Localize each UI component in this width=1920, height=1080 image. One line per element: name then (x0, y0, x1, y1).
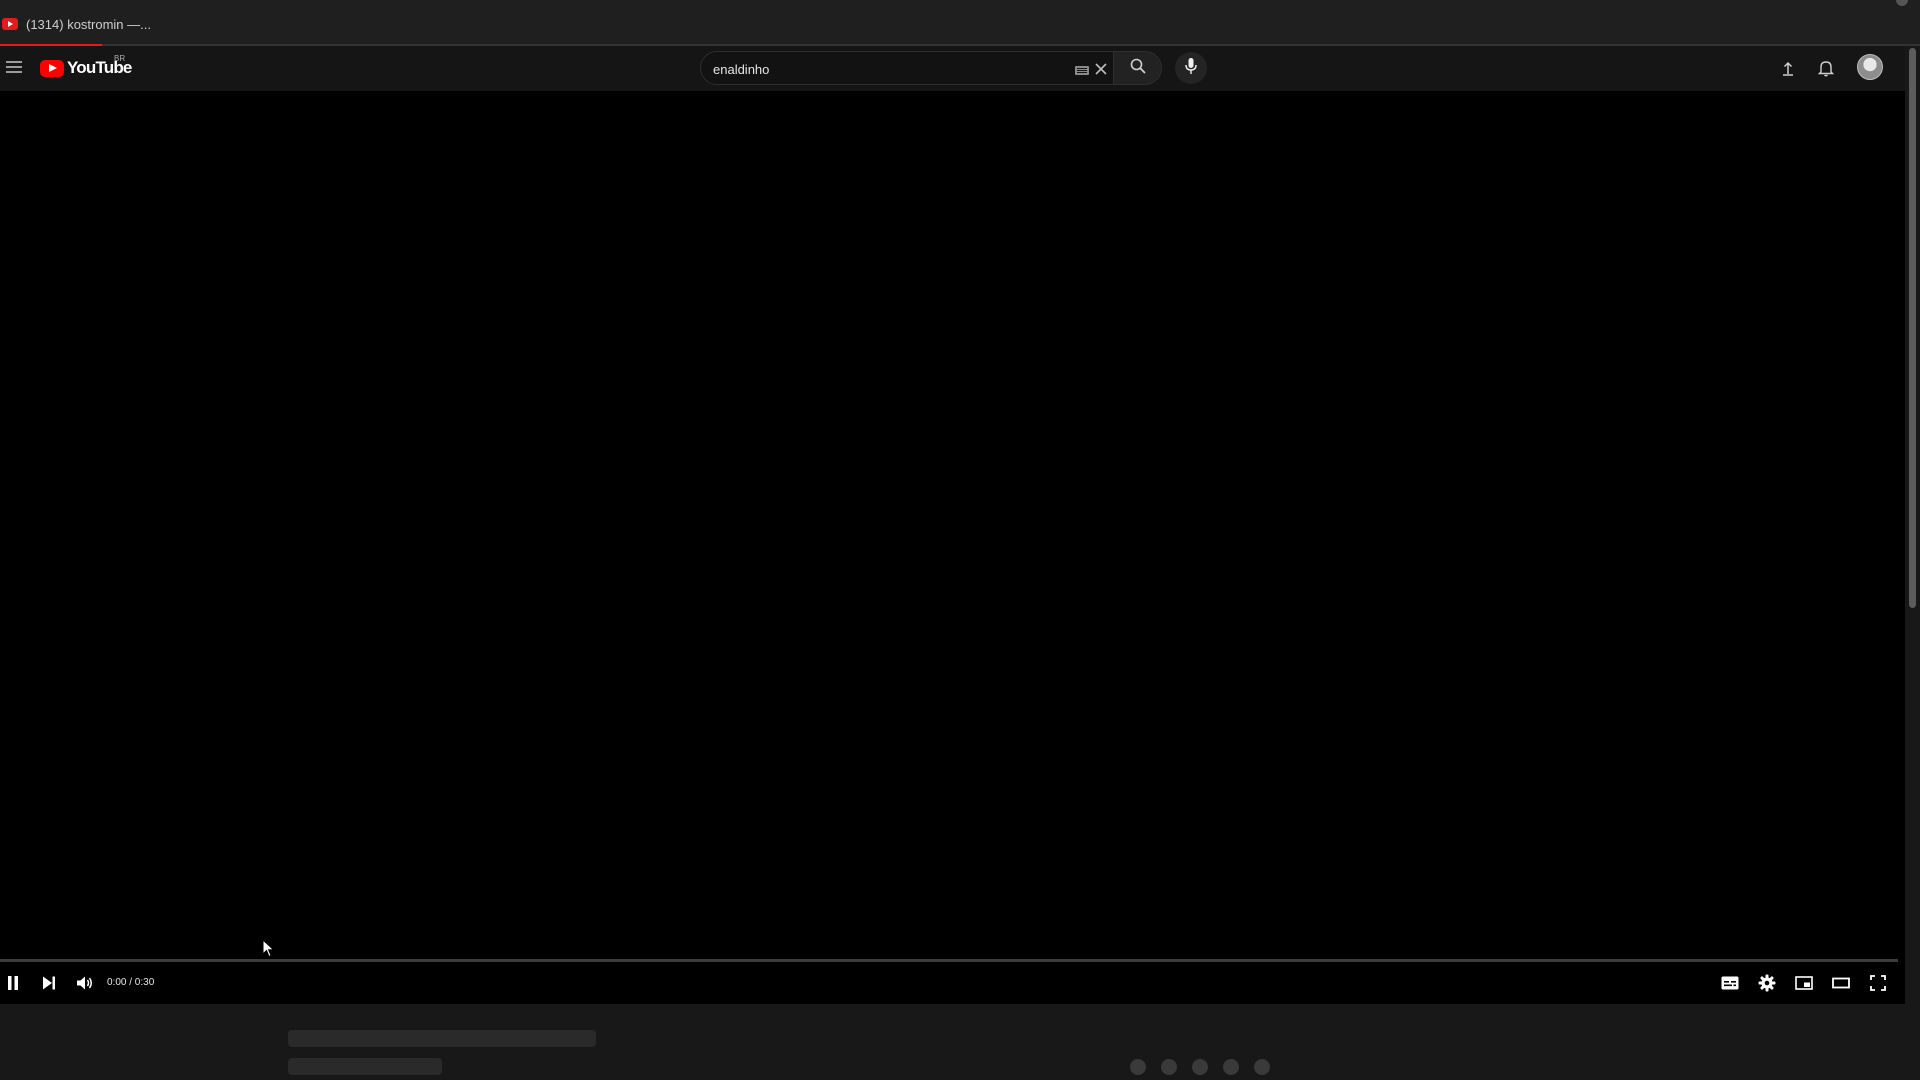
skeleton-title-placeholder (288, 1030, 596, 1047)
theater-mode-icon[interactable] (1828, 970, 1854, 996)
country-code: BR (114, 54, 126, 63)
loading-dot (1192, 1059, 1208, 1075)
youtube-logo-icon (40, 59, 64, 77)
search-button[interactable] (1114, 51, 1162, 85)
browser-tab[interactable]: (1314) kostromin —... (0, 6, 151, 42)
next-icon[interactable] (36, 970, 62, 996)
scrollbar-thumb[interactable] (1909, 48, 1916, 608)
page-scrollbar[interactable] (1905, 46, 1920, 1080)
browser-tabstrip: (1314) kostromin —... (0, 0, 1920, 46)
loading-dot (1254, 1059, 1270, 1075)
player-controls: 0:00 / 0:30 (0, 962, 1905, 1004)
loading-dots (1130, 1059, 1270, 1075)
microphone-icon (1184, 57, 1198, 80)
video-player[interactable]: 0:00 / 0:30 (0, 91, 1905, 1004)
tab-title: (1314) kostromin —... (26, 16, 151, 32)
bell-icon[interactable] (1814, 56, 1838, 80)
miniplayer-icon[interactable] (1791, 970, 1817, 996)
youtube-favicon-icon (2, 18, 18, 30)
loading-dot (1130, 1059, 1146, 1075)
skeleton-subtitle-placeholder (288, 1058, 442, 1075)
loading-dot (1223, 1059, 1239, 1075)
pause-icon[interactable] (0, 970, 26, 996)
hamburger-menu-icon[interactable] (4, 58, 24, 78)
youtube-screen: (1314) kostromin —... YouTube BR enaldin… (0, 0, 1920, 1080)
search-input[interactable] (713, 60, 1053, 78)
settings-icon[interactable] (1754, 970, 1780, 996)
volume-icon[interactable] (72, 970, 98, 996)
subtitles-icon[interactable] (1717, 970, 1743, 996)
search-icon (1129, 57, 1147, 80)
time-display: 0:00 / 0:30 (107, 977, 155, 988)
masthead: YouTube BR (0, 46, 1905, 91)
upload-icon[interactable] (1776, 56, 1800, 80)
close-icon[interactable] (1092, 60, 1110, 78)
loading-dot (1161, 1059, 1177, 1075)
avatar[interactable] (1857, 54, 1883, 80)
fullscreen-icon[interactable] (1865, 970, 1891, 996)
search-box (700, 51, 1114, 85)
window-control-dot[interactable] (1896, 0, 1908, 6)
video-info-skeleton (0, 1004, 1905, 1080)
keyboard-icon[interactable] (1075, 66, 1089, 75)
voice-search-button[interactable] (1175, 52, 1207, 84)
